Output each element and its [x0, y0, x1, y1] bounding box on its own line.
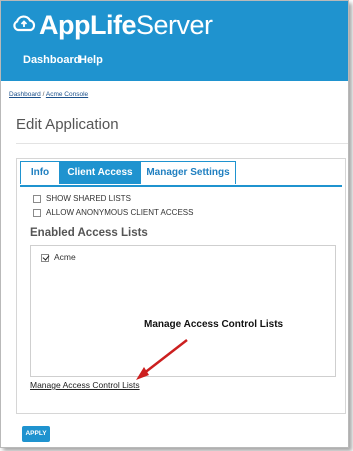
brand-bold: AppLife — [39, 10, 137, 40]
tab-info[interactable]: Info — [20, 161, 60, 184]
edit-panel: Info Client Access Manager Settings SHOW… — [16, 158, 346, 414]
breadcrumb-acme-console[interactable]: Acme Console — [46, 91, 88, 98]
allow-anonymous-label: ALLOW ANONYMOUS CLIENT ACCESS — [46, 208, 194, 217]
callout-label: Manage Access Control Lists — [144, 319, 284, 330]
tab-bar: Info Client Access Manager Settings — [20, 161, 342, 187]
list-item-acme[interactable]: Acme — [41, 252, 76, 262]
manage-access-control-lists-link[interactable]: Manage Access Control Lists — [30, 380, 140, 390]
breadcrumb-dashboard[interactable]: Dashboard — [9, 91, 41, 98]
page-title: Edit Application — [16, 116, 119, 133]
tab-manager-settings[interactable]: Manager Settings — [140, 161, 236, 184]
show-shared-lists-label: SHOW SHARED LISTS — [46, 194, 131, 203]
show-shared-lists-checkbox[interactable] — [33, 194, 41, 203]
tab-client-access[interactable]: Client Access — [60, 161, 140, 184]
apply-button[interactable]: APPLY — [22, 426, 50, 442]
allow-anonymous-option[interactable]: ALLOW ANONYMOUS CLIENT ACCESS — [33, 208, 193, 217]
access-list-box: Acme — [30, 245, 336, 377]
acme-checkbox[interactable] — [41, 253, 49, 262]
breadcrumb-separator: / — [42, 91, 45, 98]
allow-anonymous-checkbox[interactable] — [33, 208, 41, 217]
header-bar: AppLifeServer Dashboard Help — [1, 1, 348, 81]
breadcrumb: Dashboard / Acme Console — [9, 91, 88, 98]
nav-help[interactable]: Help — [79, 54, 103, 66]
app-window: AppLifeServer Dashboard Help Dashboard /… — [0, 0, 349, 448]
app-brand[interactable]: AppLifeServer — [39, 10, 213, 41]
nav-dashboard[interactable]: Dashboard — [23, 54, 80, 66]
brand-light: Server — [136, 10, 213, 40]
acme-label: Acme — [54, 252, 76, 262]
show-shared-lists-option[interactable]: SHOW SHARED LISTS — [33, 194, 131, 203]
cloud-upload-icon — [13, 15, 36, 32]
section-title: Enabled Access Lists — [30, 227, 148, 239]
title-divider — [16, 143, 348, 144]
